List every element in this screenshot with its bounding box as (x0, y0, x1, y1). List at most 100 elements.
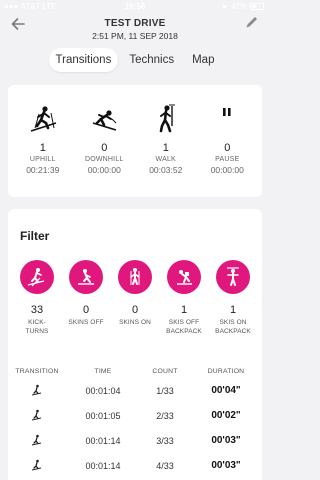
page-title: TEST DRIVE (104, 18, 166, 29)
filter-title: Filter (20, 229, 50, 243)
row-count: 3/33 (156, 435, 174, 446)
skins-on-filter-button[interactable] (118, 260, 152, 294)
summary-uphill: 1 UPHILL 00:21:39 (14, 85, 72, 175)
walk-time: 00:03:52 (149, 165, 183, 175)
skins-on-count: 0 (131, 304, 139, 316)
tab-transitions[interactable]: Transitions (48, 48, 119, 72)
table-row[interactable]: 00:01:05 2/33 00'02" (8, 403, 262, 428)
row-duration: 00'03" (211, 435, 241, 446)
summary-walk: 1 WALK 00:03:52 (137, 85, 195, 175)
skins-on-label: SKINS ON (112, 318, 158, 327)
filter-skis-on-backpack: 1 SKIS ON BACKPACK (210, 260, 256, 336)
summary-grid: 1 UPHILL 00:21:39 0 DOWNHILL 00:00:00 1 … (8, 85, 262, 175)
skis-off-backpack-filter-button[interactable] (167, 260, 201, 294)
skis-on-backpack-label-line2: BACKPACK (215, 328, 251, 335)
table-header: TRANSITION TIME COUNT DURATION (8, 364, 262, 378)
kick-turns-label-line1: KICK- (28, 319, 46, 326)
page-subtitle: 2:51 PM, 11 SEP 2018 (92, 31, 178, 41)
kick-turn-icon (31, 434, 42, 445)
summary-pause: 0 PAUSE 00:00:00 (198, 85, 256, 175)
kick-turn-icon (27, 268, 45, 287)
skis-off-backpack-count: 1 (180, 304, 188, 316)
tab-bar: Transitions Technics Map (0, 48, 270, 72)
kick-turn-icon (31, 409, 42, 420)
kick-turn-filter-button[interactable] (20, 260, 54, 294)
pause-icon (198, 99, 256, 139)
pause-time: 00:00:00 (210, 165, 244, 175)
skis-off-backpack-label: SKIS OFF BACKPACK (161, 318, 207, 336)
row-icon-cell (8, 434, 66, 448)
row-duration: 00'03" (211, 460, 241, 471)
header-duration: DURATION (207, 367, 245, 375)
pause-label: PAUSE (215, 156, 240, 163)
row-count: 4/33 (156, 460, 174, 471)
downhill-label: DOWNHILL (84, 156, 124, 163)
summary-downhill: 0 DOWNHILL 00:00:00 (75, 85, 133, 175)
table-row[interactable]: 00:01:14 4/33 00'03" (8, 453, 262, 478)
edit-pencil-icon[interactable] (244, 14, 260, 30)
pause-count: 0 (224, 142, 231, 154)
filter-skins-off: 0 SKINS OFF (63, 260, 109, 336)
row-time: 00:01:05 (85, 410, 121, 421)
row-icon-cell (8, 384, 66, 398)
summary-card: 1 UPHILL 00:21:39 0 DOWNHILL 00:00:00 1 … (8, 85, 262, 197)
skis-off-backpack-icon (177, 270, 192, 285)
battery-label: 42% (230, 2, 247, 11)
skins-off-filter-button[interactable] (69, 260, 103, 294)
kick-turn-icon (31, 459, 42, 470)
filter-kick-turns: 33 KICK- TURNS (14, 260, 60, 336)
skins-off-icon (78, 269, 94, 285)
status-bar: ●●● AT&T LTE 16:56 ➤ 42% (0, 0, 270, 14)
status-right: ➤ 42% (221, 2, 264, 11)
skis-off-backpack-label-line2: BACKPACK (166, 328, 202, 335)
row-time: 00:01:14 (85, 435, 121, 446)
skis-on-backpack-label-line1: SKIS ON (219, 319, 247, 326)
battery-icon (250, 3, 264, 10)
skis-on-backpack-count: 1 (229, 304, 237, 316)
downhill-skier-icon (75, 99, 133, 139)
skis-on-backpack-icon (227, 267, 239, 286)
skins-on-icon (130, 268, 140, 285)
uphill-count: 1 (39, 142, 46, 154)
filter-card: Filter 33 KICK- TURNS 0 SKINS OFF 0 SKIN… (8, 209, 262, 480)
downhill-count: 0 (101, 142, 108, 154)
table-row[interactable]: 00:01:04 1/33 00'04" (8, 378, 262, 403)
nav-header: TEST DRIVE 2:51 PM, 11 SEP 2018 (0, 14, 270, 44)
walk-label: WALK (155, 156, 176, 163)
skis-off-backpack-label-line1: SKIS OFF (168, 319, 200, 326)
row-duration: 00'04" (211, 385, 241, 396)
skins-off-label-line1: SKINS OFF (68, 319, 104, 326)
kick-turns-count: 33 (30, 304, 44, 316)
row-time: 00:01:04 (85, 385, 121, 396)
tab-map[interactable]: Map (185, 48, 221, 72)
skis-on-backpack-filter-button[interactable] (216, 260, 250, 294)
uphill-label: UPHILL (29, 156, 56, 163)
kick-turns-label-line2: TURNS (25, 328, 49, 335)
header-count: COUNT (152, 367, 178, 375)
skins-on-label-line1: SKINS ON (119, 319, 151, 326)
uphill-time: 00:21:39 (26, 165, 60, 175)
kick-turns-label: KICK- TURNS (14, 318, 60, 336)
row-time: 00:01:14 (85, 460, 121, 471)
walk-icon (137, 99, 195, 139)
row-count: 1/33 (156, 385, 174, 396)
kick-turn-icon (31, 384, 42, 395)
header-time: TIME (94, 367, 112, 375)
skins-off-count: 0 (82, 304, 90, 316)
row-duration: 00'02" (211, 410, 241, 421)
table-row[interactable]: 00:01:14 3/33 00'03" (8, 428, 262, 453)
uphill-skier-icon (14, 99, 72, 139)
filter-skins-on: 0 SKINS ON (112, 260, 158, 336)
walk-count: 1 (162, 142, 169, 154)
transitions-table: TRANSITION TIME COUNT DURATION 00:01:04 … (8, 364, 262, 478)
tab-technics[interactable]: Technics (122, 48, 181, 72)
filter-row: 33 KICK- TURNS 0 SKINS OFF 0 SKINS ON 1 … (14, 260, 256, 336)
location-icon: ➤ (221, 2, 228, 11)
skis-on-backpack-label: SKIS ON BACKPACK (210, 318, 256, 336)
row-icon-cell (8, 459, 66, 473)
row-icon-cell (8, 409, 66, 423)
skins-off-label: SKINS OFF (63, 318, 109, 327)
downhill-time: 00:00:00 (87, 165, 121, 175)
filter-skis-off-backpack: 1 SKIS OFF BACKPACK (161, 260, 207, 336)
header-transition: TRANSITION (15, 367, 59, 375)
